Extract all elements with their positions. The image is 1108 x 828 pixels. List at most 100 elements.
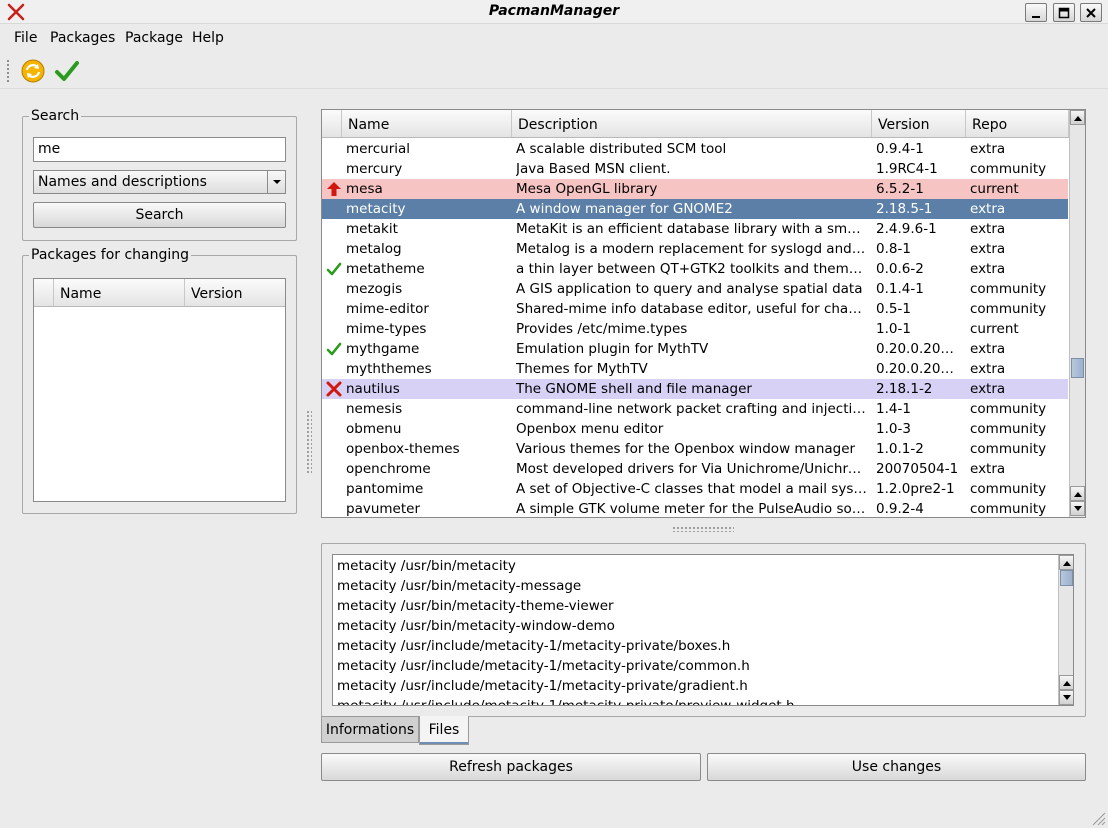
window-title: PacmanManager <box>488 3 620 19</box>
table-row[interactable]: mythgame Emulation plugin for MythTV 0.20.… <box>322 339 1068 359</box>
file-line[interactable]: metacity /usr/bin/metacity-window-demo <box>337 618 615 634</box>
package-table[interactable]: Name Description Version Repo mercurial A… <box>321 109 1086 518</box>
cell-desc: Openbox menu editor <box>516 421 664 437</box>
cell-version: 1.4-1 <box>876 401 911 417</box>
table-row[interactable]: metacity A window manager for GNOME2 2.18.… <box>322 199 1068 219</box>
cell-name: pavumeter <box>346 501 420 517</box>
table-row[interactable]: myththemes Themes for MythTV 0.20.0.200… ex… <box>322 359 1068 379</box>
tab-informations[interactable]: Informations <box>321 716 419 743</box>
files-scroll-up-button-bottom[interactable] <box>1059 675 1073 690</box>
table-row[interactable]: openchrome Most developed drivers for Via… <box>322 459 1068 479</box>
table-row[interactable]: mercurial A scalable distributed SCM tool… <box>322 139 1068 159</box>
cell-repo: extra <box>970 461 1006 477</box>
apply-check-icon[interactable] <box>54 58 80 84</box>
file-line[interactable]: metacity /usr/bin/metacity-theme-viewer <box>337 598 614 614</box>
file-line[interactable]: metacity /usr/include/metacity-1/metacit… <box>337 638 730 654</box>
changing-header-name[interactable]: Name <box>54 279 185 307</box>
cell-version: 6.5.2-1 <box>876 181 924 197</box>
table-row[interactable]: openbox-themes Various themes for the Ope… <box>322 439 1068 459</box>
minimize-button[interactable] <box>1025 3 1047 22</box>
files-scroll-down-button[interactable] <box>1059 690 1073 705</box>
table-row[interactable]: nemesis command-line network packet craft… <box>322 399 1068 419</box>
tab-files[interactable]: Files <box>419 716 469 745</box>
scroll-thumb[interactable] <box>1071 358 1084 378</box>
scroll-down-button[interactable] <box>1070 501 1085 516</box>
search-mode-select[interactable]: Names and descriptions <box>33 170 286 194</box>
menu-file[interactable]: File <box>14 30 37 46</box>
table-row[interactable]: mercury Java Based MSN client. 1.9RC4-1 com… <box>322 159 1068 179</box>
table-row[interactable]: metalog Metalog is a modern replacement f… <box>322 239 1068 259</box>
table-row[interactable]: pavumeter A simple GTK volume meter for t… <box>322 499 1068 517</box>
cell-repo: community <box>970 161 1047 177</box>
maximize-button[interactable] <box>1053 3 1075 22</box>
cell-version: 0.9.4-1 <box>876 141 924 157</box>
cell-desc: Provides /etc/mime.types <box>516 321 688 337</box>
table-row[interactable]: pantomime A set of Objective-C classes th… <box>322 479 1068 499</box>
scroll-up-button[interactable] <box>1070 110 1085 125</box>
vertical-splitter[interactable] <box>306 410 312 474</box>
file-line[interactable]: metacity /usr/include/metacity-1/metacit… <box>337 698 795 705</box>
table-row[interactable]: mezogis A GIS application to query and an… <box>322 279 1068 299</box>
use-changes-button[interactable]: Use changes <box>707 753 1086 781</box>
search-group-title: Search <box>31 108 80 124</box>
cell-desc: Shared-mime info database editor, useful… <box>516 301 868 317</box>
file-line[interactable]: metacity /usr/bin/metacity-message <box>337 578 581 594</box>
header-description[interactable]: Description <box>512 110 872 138</box>
files-scroll-thumb[interactable] <box>1060 570 1073 586</box>
search-button[interactable]: Search <box>33 202 286 228</box>
search-input[interactable]: me <box>33 137 286 162</box>
horizontal-splitter[interactable] <box>672 526 734 532</box>
cell-desc: A GIS application to query and analyse s… <box>516 281 863 297</box>
package-scrollbar[interactable] <box>1069 110 1085 517</box>
arrow-down-icon <box>1073 505 1082 511</box>
table-row[interactable]: nautilus The GNOME shell and file manager… <box>322 379 1068 399</box>
changing-header-version[interactable]: Version <box>185 279 285 307</box>
menu-help[interactable]: Help <box>192 30 224 46</box>
refresh-icon[interactable] <box>20 58 46 84</box>
close-button[interactable] <box>1080 3 1102 22</box>
header-name[interactable]: Name <box>342 110 512 138</box>
header-repo[interactable]: Repo <box>966 110 1069 138</box>
table-row[interactable]: mime-types Provides /etc/mime.types 1.0-1 c… <box>322 319 1068 339</box>
table-row[interactable]: mesa Mesa OpenGL library 6.5.2-1 current <box>322 179 1068 199</box>
toolbar-grip[interactable] <box>6 59 10 83</box>
cell-desc: command-line network packet crafting and… <box>516 401 868 417</box>
files-scrollbar[interactable] <box>1058 555 1073 705</box>
changing-list[interactable]: Name Version <box>33 278 286 502</box>
scroll-up-button-bottom[interactable] <box>1070 486 1085 501</box>
file-line[interactable]: metacity /usr/include/metacity-1/metacit… <box>337 678 748 694</box>
cell-version: 0.0.6-2 <box>876 261 924 277</box>
cell-name: metakit <box>346 221 398 237</box>
menu-package[interactable]: Package <box>125 30 183 46</box>
cell-name: myththemes <box>346 361 432 377</box>
resize-grip-icon[interactable] <box>1090 810 1106 826</box>
files-scroll-up-button[interactable] <box>1059 555 1073 570</box>
cell-version: 1.2.0pre2-1 <box>876 481 955 497</box>
file-line[interactable]: metacity /usr/bin/metacity <box>337 558 516 574</box>
cell-name: nemesis <box>346 401 403 417</box>
table-row[interactable]: metatheme a thin layer between QT+GTK2 to… <box>322 259 1068 279</box>
changing-header-status <box>34 279 54 307</box>
menu-packages[interactable]: Packages <box>50 30 115 46</box>
cell-version: 2.4.9.6-1 <box>876 221 937 237</box>
refresh-packages-button[interactable]: Refresh packages <box>321 753 701 781</box>
files-list[interactable]: metacity /usr/bin/metacity metacity /usr/… <box>332 554 1074 706</box>
chevron-down-icon[interactable] <box>267 171 285 193</box>
cell-name: mime-editor <box>346 301 429 317</box>
upgrade-arrow-icon <box>326 181 342 197</box>
cell-name: pantomime <box>346 481 424 497</box>
maximize-icon <box>1058 7 1070 18</box>
header-version[interactable]: Version <box>872 110 966 138</box>
cell-version: 0.9.2-4 <box>876 501 924 517</box>
cell-name: openbox-themes <box>346 441 460 457</box>
cell-version: 1.9RC4-1 <box>876 161 938 177</box>
cell-repo: extra <box>970 341 1006 357</box>
cell-desc: Various themes for the Openbox window ma… <box>516 441 856 457</box>
cell-desc: a thin layer between QT+GTK2 toolkits an… <box>516 261 868 277</box>
file-line[interactable]: metacity /usr/include/metacity-1/metacit… <box>337 658 750 674</box>
table-row[interactable]: obmenu Openbox menu editor 1.0-3 community <box>322 419 1068 439</box>
table-row[interactable]: mime-editor Shared-mime info database edi… <box>322 299 1068 319</box>
table-row[interactable]: metakit MetaKit is an efficient database … <box>322 219 1068 239</box>
cell-name: mime-types <box>346 321 427 337</box>
arrow-down-icon <box>1062 694 1071 700</box>
